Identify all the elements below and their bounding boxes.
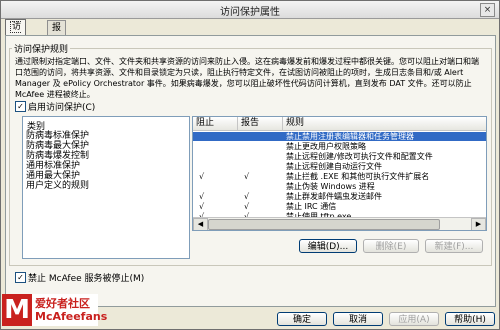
rules-table-header: 阻止 报告 规则: [193, 117, 486, 131]
window-title: 访问保护属性: [220, 7, 280, 18]
rule-block-cell: √: [199, 192, 205, 201]
scroll-left-icon[interactable]: ◀: [193, 218, 208, 230]
rule-row[interactable]: √ √ 禁止 IRC 通信: [193, 202, 486, 211]
tab-access-protection[interactable]: 访问保护: [5, 19, 27, 75]
rule-row[interactable]: 禁止远程创建自动运行文件: [193, 162, 486, 171]
rule-row[interactable]: √ √ 禁止群发邮件蠕虫发送邮件: [193, 192, 486, 201]
rule-name-cell: 禁止禁用注册表编辑器和任务管理器: [286, 132, 414, 141]
column-header-block[interactable]: 阻止: [193, 117, 238, 130]
rule-block-cell: √: [199, 202, 205, 211]
category-item[interactable]: 防病毒最大保护: [26, 141, 89, 151]
mcafeefans-watermark-logo: M 爱好者社区 McAfeefans: [2, 294, 107, 326]
category-item[interactable]: 防病毒标准保护: [26, 131, 89, 141]
rules-table[interactable]: 阻止 报告 规则 禁止禁用注册表编辑器和任务管理器 禁止更改用户权限策略 禁止远…: [192, 116, 487, 231]
column-header-report[interactable]: 报告: [238, 117, 283, 130]
rule-name-cell: 禁止更改用户权限策略: [286, 142, 366, 151]
rule-report-cell: √: [244, 192, 250, 201]
enable-access-protection-checkbox[interactable]: ✓: [15, 101, 26, 112]
rules-group-legend: 访问保护规则: [12, 42, 71, 55]
close-button[interactable]: ×: [480, 3, 495, 17]
rule-block-cell: √: [199, 172, 205, 181]
rule-name-cell: 禁止 IRC 通信: [286, 202, 337, 211]
rule-report-cell: √: [244, 202, 250, 211]
prevent-service-stop-checkbox[interactable]: ✓: [15, 272, 26, 283]
horizontal-scrollbar[interactable]: ◀ ▶: [193, 217, 486, 230]
rule-name-cell: 禁止伪装 Windows 进程: [286, 182, 375, 191]
category-list[interactable]: 类别 防病毒标准保护 防病毒最大保护 防病毒爆发控制 通用标准保护 通用最大保护…: [22, 116, 190, 259]
prevent-service-stop-label[interactable]: 禁止 McAfee 服务被停止(M): [28, 271, 144, 284]
rule-name-cell: 禁止拦截 .EXE 和其他可执行文件扩展名: [286, 172, 430, 181]
category-item[interactable]: 用户定义的规则: [26, 181, 89, 191]
category-item[interactable]: 防病毒爆发控制: [26, 151, 89, 161]
rule-row[interactable]: 禁止伪装 Windows 进程: [193, 182, 486, 191]
logo-line-2: McAfeefans: [35, 310, 108, 323]
properties-dialog: 访问保护属性 × 报告 访问保护 访问保护规则 通过限制对指定端口、文件、文件夹…: [0, 0, 500, 330]
cancel-button[interactable]: 取消: [333, 312, 383, 326]
rule-name-cell: 禁止远程创建自动运行文件: [286, 162, 382, 171]
scroll-right-icon[interactable]: ▶: [471, 218, 486, 230]
rule-name-cell: 禁止群发邮件蠕虫发送邮件: [286, 192, 382, 201]
scrollbar-thumb[interactable]: [208, 219, 440, 230]
rule-name-cell: 禁止远程创建/修改可执行文件和配置文件: [286, 152, 433, 161]
apply-button[interactable]: 应用(A): [389, 312, 439, 326]
enable-access-protection-label[interactable]: 启用访问保护(C): [28, 100, 95, 113]
category-item[interactable]: 通用最大保护: [26, 171, 89, 181]
rule-row[interactable]: 禁止更改用户权限策略: [193, 142, 486, 151]
ok-button[interactable]: 确定: [277, 312, 327, 326]
rule-row[interactable]: √ √ 禁止拦截 .EXE 和其他可执行文件扩展名: [193, 172, 486, 181]
delete-rule-button[interactable]: 删除(E): [363, 239, 419, 253]
title-bar[interactable]: 访问保护属性 ×: [1, 1, 499, 19]
new-rule-button[interactable]: 新建(F)...: [425, 239, 483, 253]
tab-report[interactable]: 报告: [47, 20, 67, 47]
rule-report-cell: √: [244, 172, 250, 181]
help-button[interactable]: 帮助(H): [445, 312, 495, 326]
logo-mark: M: [2, 294, 32, 326]
column-header-rule[interactable]: 规则: [283, 117, 486, 130]
rule-row[interactable]: 禁止禁用注册表编辑器和任务管理器: [193, 132, 486, 141]
edit-rule-button[interactable]: 编辑(D)...: [299, 239, 357, 253]
logo-line-1: 爱好者社区: [35, 297, 90, 310]
rule-row[interactable]: 禁止远程创建/修改可执行文件和配置文件: [193, 152, 486, 161]
rules-description: 通过限制对指定端口、文件、文件夹和共享资源的访问来防止入侵。这在病毒爆发前和爆发…: [15, 57, 479, 99]
category-item[interactable]: 通用标准保护: [26, 161, 89, 171]
